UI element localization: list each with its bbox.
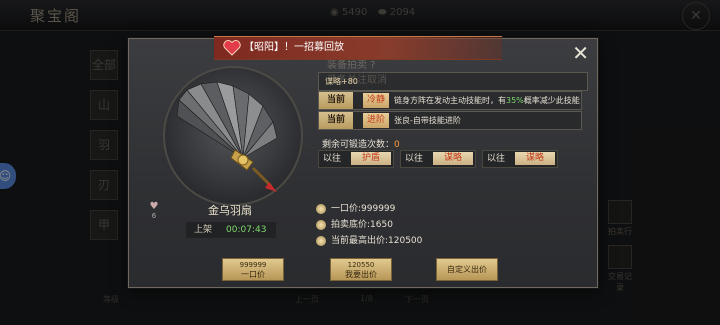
starting-price: 拍卖底价:1650 [316, 218, 393, 232]
favorite-button[interactable]: ♥ 6 [146, 201, 162, 220]
skill-tag[interactable]: 冷静 [363, 93, 389, 108]
skill-tag[interactable]: 进阶 [363, 113, 389, 128]
gem-slot-2[interactable]: 以往 谋略 [400, 150, 476, 168]
close-icon[interactable]: ✕ [572, 41, 589, 65]
heart-icon [223, 40, 241, 56]
skill-row-1: 当前 冷静 链身方阵在发动主动技能时，有35%概率减少此技能 [318, 91, 582, 110]
coin-icon [316, 203, 326, 214]
attribute-row: 谋略+80 [318, 72, 588, 91]
custom-bid-button[interactable]: 自定义出价 [436, 258, 498, 281]
gem-slot-3[interactable]: 以往 谋略 [482, 150, 558, 168]
remaining-forge-count: 剩余可锻造次数：0 [322, 140, 400, 150]
place-bid-button[interactable]: 120550 我要出价 [330, 258, 392, 281]
highest-bid: 当前最高出价:120500 [316, 234, 422, 248]
coin-icon [316, 219, 326, 230]
buyout-price: 一口价:999999 [316, 202, 395, 216]
heart-icon: ♥ [149, 201, 159, 212]
buyout-button[interactable]: 999999 一口价 [222, 258, 284, 281]
coin-icon [316, 235, 326, 246]
gem-slot-1[interactable]: 以往 护盾 [318, 150, 394, 168]
skill-row-2: 当前 进阶 张良-自带技能进阶 [318, 111, 582, 130]
listing-timer: 上架 00:07:43 [186, 222, 276, 238]
item-name: 金乌羽扇 [208, 204, 252, 217]
feather-fan-image [176, 81, 278, 192]
broadcast-notice: 【昭阳】！一招募回放 [214, 36, 502, 60]
